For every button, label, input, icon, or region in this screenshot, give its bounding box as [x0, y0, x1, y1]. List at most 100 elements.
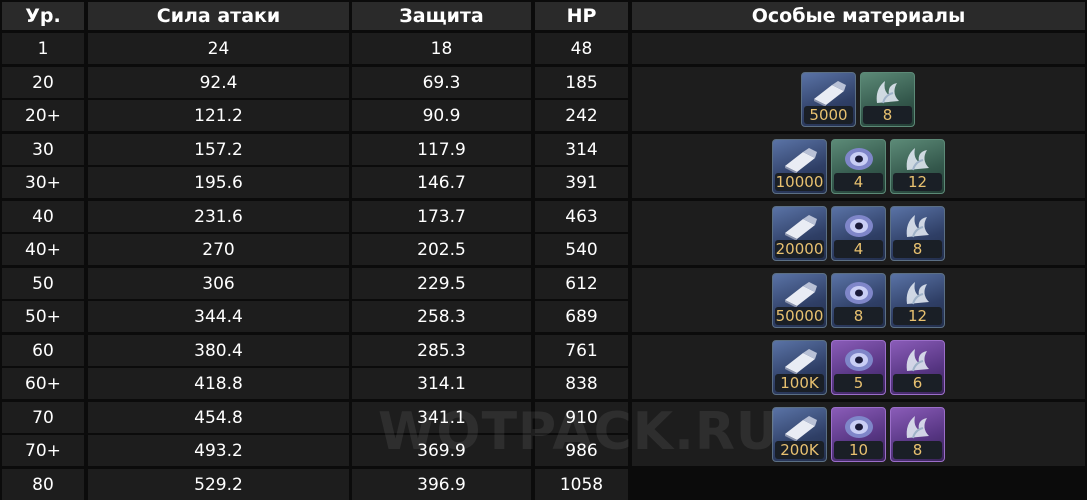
cell-hp: 48	[535, 33, 628, 64]
material-quantity: 5000	[804, 106, 853, 124]
cell-level: 20+	[2, 100, 84, 131]
cell-attack: 270	[88, 234, 349, 265]
cell-defense: 258.3	[352, 301, 531, 332]
cell-defense: 18	[352, 33, 531, 64]
material-tile: 12	[890, 139, 945, 194]
cell-hp: 185	[535, 67, 628, 98]
cell-defense: 369.9	[352, 435, 531, 466]
cell-defense: 285.3	[352, 335, 531, 366]
cell-defense: 117.9	[352, 134, 531, 165]
material-tile: 6	[890, 340, 945, 395]
cell-level: 50	[2, 268, 84, 299]
cell-hp: 838	[535, 368, 628, 399]
material-quantity: 8	[834, 307, 883, 325]
cell-attack: 231.6	[88, 201, 349, 232]
cell-defense: 341.1	[352, 402, 531, 433]
cell-level: 80	[2, 469, 84, 500]
material-tile: 10	[831, 407, 886, 462]
cell-level: 20	[2, 67, 84, 98]
material-quantity: 10000	[775, 173, 824, 191]
cell-hp: 612	[535, 268, 628, 299]
material-tile: 200K	[772, 407, 827, 462]
cell-attack: 493.2	[88, 435, 349, 466]
cell-attack: 121.2	[88, 100, 349, 131]
cell-level: 60+	[2, 368, 84, 399]
cell-defense: 90.9	[352, 100, 531, 131]
material-quantity: 5	[834, 374, 883, 392]
header-defense: Защита	[352, 2, 531, 30]
cell-level: 70+	[2, 435, 84, 466]
cell-hp: 391	[535, 167, 628, 198]
material-tile: 4	[831, 206, 886, 261]
cell-attack: 344.4	[88, 301, 349, 332]
cell-hp: 986	[535, 435, 628, 466]
cell-hp: 689	[535, 301, 628, 332]
material-quantity: 6	[893, 374, 942, 392]
cell-attack: 380.4	[88, 335, 349, 366]
header-attack: Сила атаки	[88, 2, 349, 30]
material-tile: 10000	[772, 139, 827, 194]
material-quantity: 50000	[775, 307, 824, 325]
material-quantity: 4	[834, 240, 883, 258]
cell-level: 70	[2, 402, 84, 433]
material-quantity: 12	[893, 173, 942, 191]
cell-defense: 202.5	[352, 234, 531, 265]
material-tile: 8	[831, 273, 886, 328]
materials-group: 20000 4 8	[772, 206, 945, 261]
materials-group: 50000 8 12	[772, 273, 945, 328]
cell-level: 30	[2, 134, 84, 165]
cell-attack: 92.4	[88, 67, 349, 98]
material-quantity: 8	[893, 240, 942, 258]
cell-hp: 463	[535, 201, 628, 232]
material-quantity: 4	[834, 173, 883, 191]
material-tile: 4	[831, 139, 886, 194]
material-tile: 8	[890, 407, 945, 462]
cell-level: 1	[2, 33, 84, 64]
material-tile: 8	[890, 206, 945, 261]
cell-hp: 1058	[535, 469, 628, 500]
material-tile: 8	[860, 72, 915, 127]
cell-level: 40	[2, 201, 84, 232]
cell-attack: 195.6	[88, 167, 349, 198]
cell-hp: 761	[535, 335, 628, 366]
cell-defense: 146.7	[352, 167, 531, 198]
cell-hp: 910	[535, 402, 628, 433]
cell-level: 60	[2, 335, 84, 366]
cell-attack: 529.2	[88, 469, 349, 500]
material-tile: 5	[831, 340, 886, 395]
materials-group: 10000 4 12	[772, 139, 945, 194]
cell-defense: 396.9	[352, 469, 531, 500]
cell-level: 50+	[2, 301, 84, 332]
header-materials: Особые материалы	[632, 2, 1085, 30]
materials-group: 200K 10 8	[772, 407, 945, 462]
header-hp: HP	[535, 2, 628, 30]
material-quantity: 20000	[775, 240, 824, 258]
cell-attack: 157.2	[88, 134, 349, 165]
cell-hp: 314	[535, 134, 628, 165]
material-quantity: 8	[863, 106, 912, 124]
material-tile: 12	[890, 273, 945, 328]
cell-attack: 418.8	[88, 368, 349, 399]
materials-group: 5000 8	[801, 72, 915, 127]
cell-attack: 306	[88, 268, 349, 299]
material-tile: 20000	[772, 206, 827, 261]
cell-defense: 69.3	[352, 67, 531, 98]
cell-hp: 540	[535, 234, 628, 265]
material-quantity: 12	[893, 307, 942, 325]
material-tile: 100K	[772, 340, 827, 395]
material-quantity: 200K	[775, 441, 824, 459]
material-quantity: 10	[834, 441, 883, 459]
cell-attack: 454.8	[88, 402, 349, 433]
material-quantity: 8	[893, 441, 942, 459]
cell-hp: 242	[535, 100, 628, 131]
cell-defense: 229.5	[352, 268, 531, 299]
cell-defense: 314.1	[352, 368, 531, 399]
cell-defense: 173.7	[352, 201, 531, 232]
cell-attack: 24	[88, 33, 349, 64]
header-level: Ур.	[2, 2, 84, 30]
material-quantity: 100K	[775, 374, 824, 392]
material-tile: 5000	[801, 72, 856, 127]
cell-level: 30+	[2, 167, 84, 198]
cell-level: 40+	[2, 234, 84, 265]
material-tile: 50000	[772, 273, 827, 328]
